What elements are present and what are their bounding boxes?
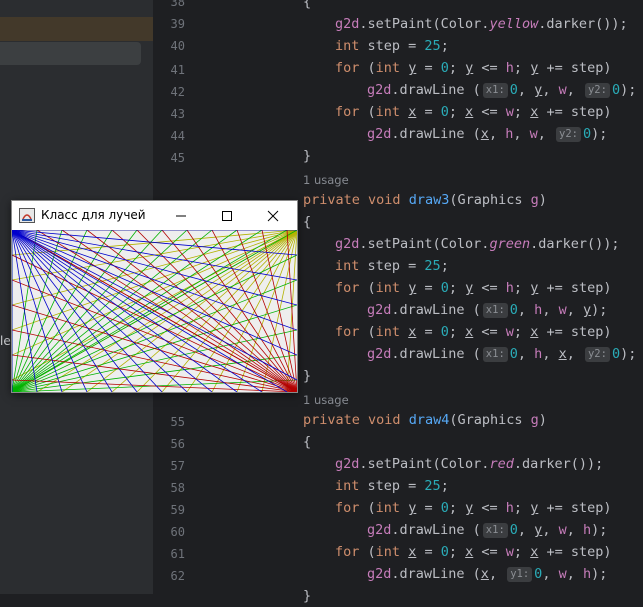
param-hint: y2: <box>584 347 610 362</box>
usage-hint[interactable]: 1 usage <box>303 173 349 187</box>
line-number: 57 <box>170 459 185 473</box>
code-line: g2d.setPaint(Color.green.darker()); <box>335 236 620 252</box>
maximize-button[interactable] <box>204 201 250 230</box>
code-line: int step = 25; <box>335 38 449 54</box>
param-hint: x1: <box>482 523 508 538</box>
code-line: for (int y = 0; y <= h; y += step) <box>335 60 612 76</box>
code-line: g2d.drawLine (x1: 0, h, w, y); <box>367 302 608 318</box>
code-line: g2d.setPaint(Color.red.darker()); <box>335 456 604 472</box>
code-line: for (int x = 0; x <= w; x += step) <box>335 324 612 340</box>
code-line: { <box>303 434 312 450</box>
line-number: 40 <box>170 39 185 53</box>
usage-hint[interactable]: 1 usage <box>303 393 349 407</box>
code-line: int step = 25; <box>335 478 449 494</box>
line-number: 59 <box>170 503 185 517</box>
drawing-canvas <box>12 230 297 392</box>
line-number: 58 <box>170 481 185 495</box>
rays-drawing <box>12 230 297 392</box>
line-number: 60 <box>170 525 185 539</box>
maximize-icon <box>222 210 232 221</box>
param-hint: x1: <box>482 83 508 98</box>
code-line: { <box>303 0 312 10</box>
param-hint: x1: <box>482 347 508 362</box>
line-number: 62 <box>170 569 185 583</box>
close-button[interactable] <box>250 201 296 230</box>
line-number: 38 <box>170 0 185 9</box>
code-line: } <box>303 588 312 604</box>
window-titlebar[interactable]: Класс для лучей <box>12 201 297 230</box>
line-number: 56 <box>170 437 185 451</box>
code-line: g2d.setPaint(Color.yellow.darker()); <box>335 16 628 32</box>
code-line: private void draw3(Graphics g) <box>303 192 547 208</box>
java-app-icon <box>19 208 35 223</box>
code-line: int step = 25; <box>335 258 449 274</box>
code-line: } <box>303 368 312 384</box>
minimize-icon <box>176 215 186 216</box>
code-line: g2d.drawLine (x1: 0, y, w, h); <box>367 522 608 538</box>
param-hint: x1: <box>482 303 508 318</box>
code-line: } <box>303 148 312 164</box>
param-hint: y2: <box>584 83 610 98</box>
line-number: 42 <box>170 85 185 99</box>
line-number: 45 <box>170 151 185 165</box>
panel-text-fragment: le <box>0 334 11 348</box>
line-number: 39 <box>170 17 185 31</box>
code-line: for (int y = 0; y <= h; y += step) <box>335 500 612 516</box>
line-number: 41 <box>170 63 185 77</box>
selected-row[interactable] <box>0 17 153 41</box>
code-line: private void draw4(Graphics g) <box>303 412 547 428</box>
code-line: { <box>303 214 312 230</box>
param-hint: y1: <box>507 567 533 582</box>
line-number: 44 <box>170 129 185 143</box>
code-line: for (int y = 0; y <= h; y += step) <box>335 280 612 296</box>
code-line: g2d.drawLine (x1: 0, h, x, y2: 0); <box>367 346 637 362</box>
code-line: g2d.drawLine (x1: 0, y, w, y2: 0); <box>367 82 637 98</box>
window-title: Класс для лучей <box>41 208 146 222</box>
code-line: for (int x = 0; x <= w; x += step) <box>335 104 612 120</box>
close-icon <box>267 210 279 221</box>
code-line: for (int x = 0; x <= w; x += step) <box>335 544 612 560</box>
line-number: 55 <box>170 415 185 429</box>
line-number: 61 <box>170 547 185 561</box>
param-hint: y2: <box>556 127 581 142</box>
line-number: 43 <box>170 107 185 121</box>
code-line: g2d.drawLine (x, y1: 0, w, h); <box>367 566 608 582</box>
java-window[interactable]: Класс для лучей <box>11 200 298 393</box>
minimize-button[interactable] <box>158 201 204 230</box>
code-line: g2d.drawLine (x, h, w, y2: 0); <box>367 126 608 142</box>
panel-field[interactable] <box>0 42 141 65</box>
